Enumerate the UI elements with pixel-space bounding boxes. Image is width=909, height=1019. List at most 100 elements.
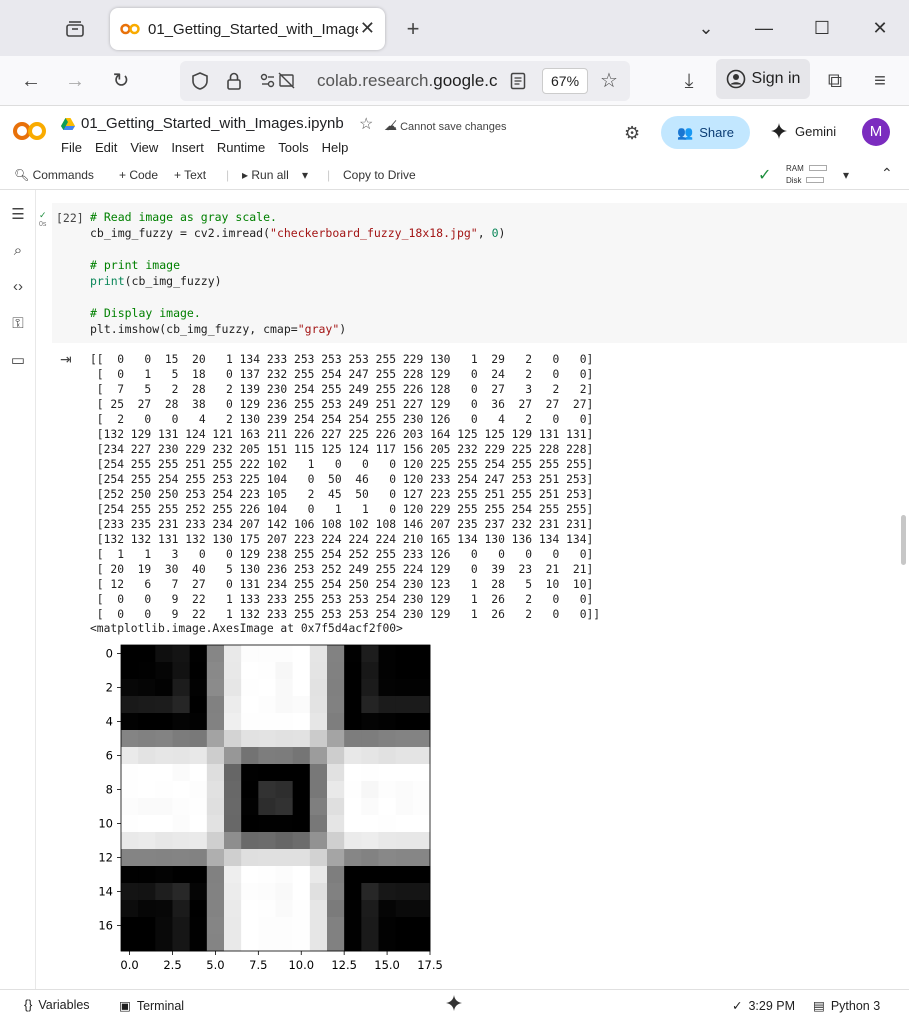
last-run-time[interactable]: ✓ 3:29 PM bbox=[732, 998, 795, 1014]
bookmark-star-icon[interactable]: ☆ bbox=[600, 68, 618, 93]
heatmap-cell bbox=[121, 645, 139, 663]
menu-insert[interactable]: Insert bbox=[171, 140, 204, 155]
permissions-icon[interactable] bbox=[260, 72, 296, 90]
heatmap-cell bbox=[206, 815, 225, 833]
heatmap-cell bbox=[138, 917, 156, 935]
heatmap-cell bbox=[189, 900, 208, 918]
heatmap-cell bbox=[206, 883, 225, 901]
matrix-row: [ 0 0 9 22 1 133 233 255 253 253 254 230… bbox=[90, 593, 594, 606]
heatmap-cell bbox=[395, 713, 414, 731]
heatmap-cell bbox=[138, 730, 156, 748]
heatmap-cell bbox=[378, 747, 397, 765]
menu-edit[interactable]: Edit bbox=[95, 140, 117, 155]
menu-tools[interactable]: Tools bbox=[278, 140, 308, 155]
tab-overflow-chevron-icon[interactable]: ⌄ bbox=[677, 18, 735, 39]
gemini-button[interactable]: Gemini bbox=[771, 123, 836, 139]
notebook-title[interactable]: 01_Getting_Started_with_Images.ipynb bbox=[81, 115, 344, 132]
y-tick-label: 8 bbox=[106, 783, 113, 797]
heatmap-cell bbox=[206, 934, 225, 952]
star-icon[interactable]: ☆ bbox=[359, 114, 373, 134]
collapse-chevron-icon[interactable]: ⌃ bbox=[881, 165, 893, 182]
add-text-button[interactable]: + Text bbox=[174, 168, 206, 182]
terminal-button[interactable]: ▣ Terminal bbox=[119, 998, 184, 1014]
matrix-row: [[ 0 0 15 20 1 134 233 253 253 253 255 2… bbox=[90, 353, 594, 366]
commands-button[interactable]: 🔍︎ Commands bbox=[14, 168, 94, 182]
heatmap-cell bbox=[309, 832, 328, 850]
files-folder-icon[interactable]: ▭ bbox=[8, 351, 28, 371]
menu-runtime[interactable]: Runtime bbox=[217, 140, 265, 155]
heatmap-cell bbox=[378, 883, 397, 901]
output-matrix-text: [[ 0 0 15 20 1 134 233 253 253 253 255 2… bbox=[90, 352, 600, 622]
reader-view-icon[interactable] bbox=[510, 72, 526, 90]
extensions-icon[interactable]: ⧉ bbox=[822, 68, 848, 94]
code-line: plt.imshow(cb_img_fuzzy, cmap="gray") bbox=[90, 322, 347, 336]
new-tab-icon[interactable]: + bbox=[400, 16, 426, 42]
resource-monitor[interactable]: RAM Disk bbox=[786, 163, 828, 187]
sign-in-button[interactable]: Sign in bbox=[716, 59, 810, 99]
heatmap-cell bbox=[138, 696, 156, 714]
maximize-icon[interactable]: ☐ bbox=[793, 18, 851, 39]
heatmap-cell bbox=[121, 730, 139, 748]
back-icon[interactable]: ← bbox=[18, 68, 44, 94]
code-snippets-icon[interactable]: ‹› bbox=[8, 278, 28, 298]
output-menu-icon[interactable]: ⇥ bbox=[60, 351, 72, 368]
matrix-row: [ 25 27 28 38 0 129 236 255 253 249 251 … bbox=[90, 398, 594, 411]
heatmap-cell bbox=[327, 679, 345, 697]
variables-button[interactable]: {} Variables bbox=[24, 998, 90, 1012]
heatmap-cell bbox=[309, 917, 328, 935]
run-all-button[interactable]: ▸ Run all bbox=[242, 168, 289, 182]
heatmap-cell bbox=[258, 713, 276, 731]
find-replace-icon[interactable]: ⌕ bbox=[8, 242, 28, 262]
add-code-button[interactable]: + Code bbox=[119, 168, 158, 182]
menu-help[interactable]: Help bbox=[322, 140, 349, 155]
secrets-key-icon[interactable]: ⚿ bbox=[8, 315, 28, 335]
avatar[interactable]: M bbox=[862, 118, 890, 146]
heatmap-cell bbox=[172, 883, 191, 901]
colab-logo[interactable] bbox=[12, 120, 48, 149]
code-text[interactable]: # Read image as gray scale. cb_img_fuzzy … bbox=[90, 209, 505, 337]
reload-icon[interactable]: ↻ bbox=[108, 68, 134, 94]
runtime-indicator[interactable]: ▤ Python 3 bbox=[813, 998, 880, 1014]
heatmap-cell bbox=[275, 832, 294, 850]
lock-icon[interactable] bbox=[225, 71, 243, 91]
page-scrollbar[interactable] bbox=[901, 515, 906, 565]
heatmap-cell bbox=[224, 849, 242, 867]
heatmap-cell bbox=[327, 747, 345, 765]
minimize-icon[interactable]: — bbox=[735, 18, 793, 39]
runtime-dropdown-icon[interactable]: ▾ bbox=[843, 168, 849, 182]
heatmap-cell bbox=[378, 900, 397, 918]
table-of-contents-icon[interactable]: ☰ bbox=[8, 205, 28, 225]
shield-icon[interactable] bbox=[190, 71, 210, 91]
zoom-level[interactable]: 67% bbox=[542, 68, 589, 94]
tab-close-icon[interactable]: ✕ bbox=[360, 18, 375, 39]
tab-title: 01_Getting_Started_with_Images bbox=[148, 20, 358, 38]
gemini-status-icon[interactable] bbox=[446, 995, 462, 1011]
heatmap-cell bbox=[155, 832, 173, 850]
heatmap-cell bbox=[378, 730, 397, 748]
menu-file[interactable]: File bbox=[61, 140, 82, 155]
menu-view[interactable]: View bbox=[130, 140, 158, 155]
browser-tab-strip: 01_Getting_Started_with_Images ✕ + ⌄ — ☐… bbox=[0, 0, 909, 56]
forward-icon[interactable]: → bbox=[62, 68, 88, 94]
heatmap-cell bbox=[258, 764, 276, 782]
app-menu-icon[interactable]: ≡ bbox=[867, 68, 893, 94]
tab-list-icon[interactable] bbox=[62, 16, 88, 42]
url-text: colab.research.google.c bbox=[317, 71, 502, 91]
heatmap-cell bbox=[395, 934, 414, 952]
downloads-icon[interactable]: ⤓ bbox=[676, 68, 702, 94]
browser-tab-active[interactable]: 01_Getting_Started_with_Images ✕ bbox=[110, 8, 385, 50]
copy-to-drive-button[interactable]: Copy to Drive bbox=[343, 168, 416, 182]
heatmap-cell bbox=[327, 713, 345, 731]
heatmap-cell bbox=[241, 917, 259, 935]
cell-execution-count[interactable]: [22] bbox=[56, 211, 84, 225]
url-bar[interactable]: colab.research.google.c 67% ☆ bbox=[180, 61, 630, 101]
run-all-dropdown-icon[interactable]: ▾ bbox=[302, 168, 308, 182]
heatmap-cell bbox=[224, 917, 242, 935]
heatmap-cell bbox=[258, 866, 276, 884]
heatmap-cell bbox=[224, 900, 242, 918]
matrix-row: [254 255 255 251 255 222 102 1 0 0 0 120… bbox=[90, 458, 594, 471]
heatmap-cell bbox=[361, 866, 379, 884]
window-close-icon[interactable]: ✕ bbox=[851, 18, 909, 39]
share-button[interactable]: 👥 Share bbox=[661, 116, 750, 149]
settings-gear-icon[interactable]: ⚙ bbox=[624, 123, 640, 144]
